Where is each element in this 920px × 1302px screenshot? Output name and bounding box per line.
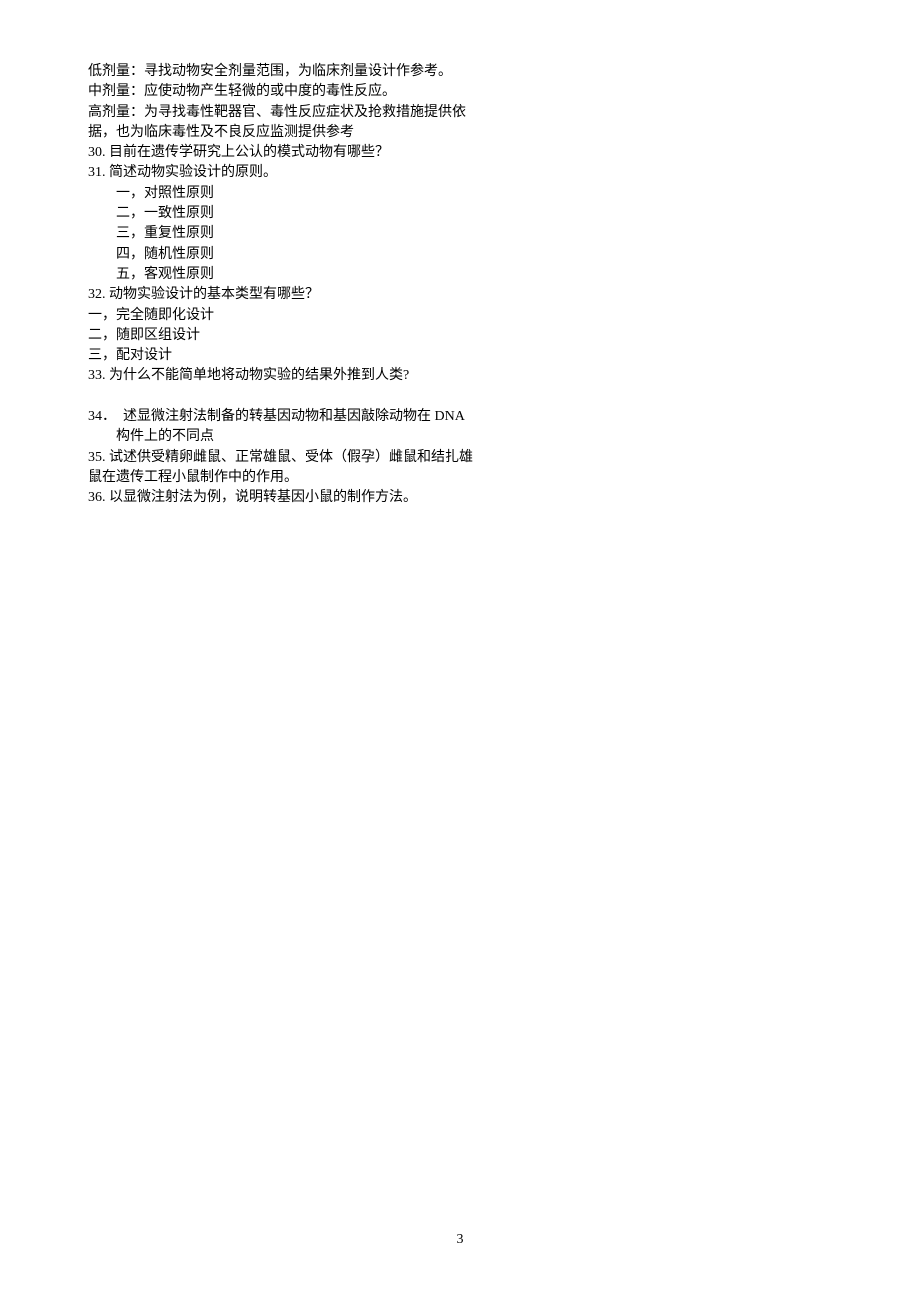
text-line: 中剂量：应使动物产生轻微的或中度的毒性反应。 <box>88 82 832 102</box>
question-34: 34． 述显微注射法制备的转基因动物和基因敲除动物在 DNA <box>88 407 832 427</box>
list-item: 三，配对设计 <box>88 346 832 366</box>
list-item: 一，对照性原则 <box>88 184 832 204</box>
list-item: 二，随即区组设计 <box>88 326 832 346</box>
list-item: 五，客观性原则 <box>88 265 832 285</box>
list-item: 二，一致性原则 <box>88 204 832 224</box>
list-item: 四，随机性原则 <box>88 245 832 265</box>
question-36: 36. 以显微注射法为例，说明转基因小鼠的制作方法。 <box>88 488 832 508</box>
question-32: 32. 动物实验设计的基本类型有哪些？ <box>88 285 832 305</box>
text-line: 鼠在遗传工程小鼠制作中的作用。 <box>88 468 832 488</box>
question-33: 33. 为什么不能简单地将动物实验的结果外推到人类? <box>88 366 832 386</box>
text-line: 构件上的不同点 <box>88 427 832 447</box>
text-line: 高剂量：为寻找毒性靶器官、毒性反应症状及抢救措施提供依 <box>88 103 832 123</box>
page-number: 3 <box>0 1230 920 1250</box>
text-line: 据，也为临床毒性及不良反应监测提供参考 <box>88 123 832 143</box>
document-page: 低剂量：寻找动物安全剂量范围，为临床剂量设计作参考。 中剂量：应使动物产生轻微的… <box>0 0 920 509</box>
list-item: 三，重复性原则 <box>88 224 832 244</box>
question-30: 30. 目前在遗传学研究上公认的模式动物有哪些？ <box>88 143 832 163</box>
blank-line <box>88 387 832 407</box>
list-item: 一，完全随即化设计 <box>88 306 832 326</box>
text-line: 低剂量：寻找动物安全剂量范围，为临床剂量设计作参考。 <box>88 62 832 82</box>
question-31: 31. 简述动物实验设计的原则。 <box>88 163 832 183</box>
question-35: 35. 试述供受精卵雌鼠、正常雄鼠、受体（假孕）雌鼠和结扎雄 <box>88 448 832 468</box>
